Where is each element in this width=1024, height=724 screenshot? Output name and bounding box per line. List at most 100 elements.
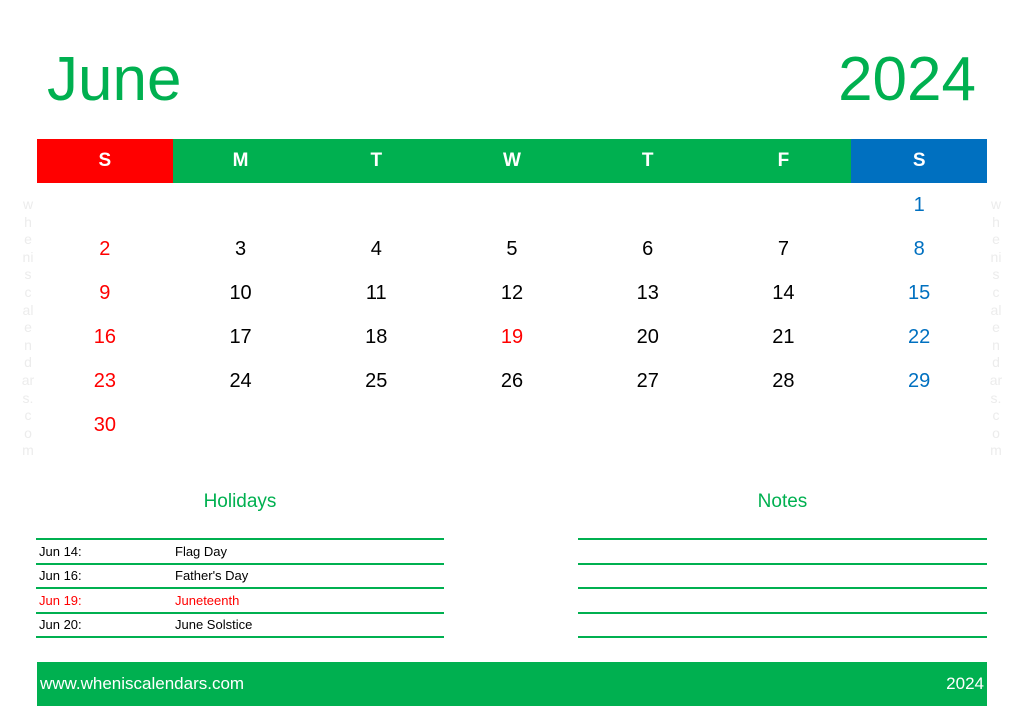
weekday-wednesday: W <box>444 139 580 183</box>
weekday-saturday: S <box>851 139 988 183</box>
footer-year: 2024 <box>946 674 984 693</box>
watermark-fragment: m <box>990 442 1002 459</box>
day-cell[interactable]: 16 <box>37 315 173 359</box>
footer-bar: www.wheniscalendars.com 2024 <box>37 662 987 706</box>
watermark-fragment: c <box>992 283 1000 300</box>
weekday-header-bar: S M T W T F S <box>37 139 988 183</box>
month-title: June <box>47 45 182 114</box>
watermark-fragment: e <box>24 231 32 248</box>
holiday-name: June Solstice <box>175 617 253 633</box>
day-cell[interactable]: 12 <box>444 271 580 315</box>
watermark-fragment: w <box>990 196 1002 212</box>
weekday-thursday: T <box>579 139 716 183</box>
day-cell-empty <box>37 183 173 227</box>
watermark-fragment: ni <box>990 248 1002 265</box>
holiday-name: Flag Day <box>175 543 228 559</box>
note-line[interactable] <box>578 562 987 588</box>
day-cell[interactable]: 30 <box>37 403 173 447</box>
holiday-row: Jun 14: Flag Day <box>36 538 444 563</box>
watermark-fragment: ar <box>989 371 1003 388</box>
weekday-monday: M <box>172 139 309 183</box>
holidays-title: Holidays <box>203 491 277 512</box>
watermark-fragment: d <box>24 354 32 371</box>
day-cell[interactable]: 22 <box>851 315 987 359</box>
watermark-fragment: h <box>992 213 1000 230</box>
watermark-fragment: e <box>24 319 32 336</box>
day-cell[interactable]: 4 <box>308 227 444 271</box>
day-cell[interactable]: 17 <box>173 315 309 359</box>
holiday-date: Jun 14: <box>39 543 82 559</box>
day-cell[interactable]: 28 <box>716 359 852 403</box>
day-cell[interactable]: 9 <box>37 271 173 315</box>
day-cell[interactable]: 27 <box>580 359 716 403</box>
day-cell-empty <box>444 183 580 227</box>
watermark-fragment: s. <box>990 389 1002 406</box>
day-cell[interactable]: 26 <box>444 359 580 403</box>
day-cell[interactable]: 11 <box>308 271 444 315</box>
note-line[interactable] <box>578 611 987 638</box>
holiday-name: Juneteenth <box>175 592 240 608</box>
holiday-date: Jun 19: <box>39 592 82 608</box>
watermark-fragment: m <box>22 442 34 459</box>
holiday-name: Father's Day <box>175 568 249 584</box>
day-cell[interactable]: 21 <box>716 315 852 359</box>
notes-lines <box>578 538 987 638</box>
watermark-fragment: al <box>990 301 1002 318</box>
day-cell[interactable]: 25 <box>308 359 444 403</box>
watermark-fragment: s <box>992 266 1000 283</box>
day-cell[interactable]: 6 <box>580 227 716 271</box>
day-cell[interactable]: 10 <box>173 271 309 315</box>
day-cell[interactable]: 13 <box>580 271 716 315</box>
year-title: 2024 <box>838 45 976 114</box>
watermark-fragment: e <box>992 319 1000 336</box>
watermark-fragment: e <box>992 231 1000 248</box>
day-cell[interactable]: 18 <box>308 315 444 359</box>
watermark-fragment: o <box>24 424 32 441</box>
weekday-sunday: S <box>37 139 173 183</box>
footer-website[interactable]: www.wheniscalendars.com <box>40 674 244 694</box>
watermark-fragment: c <box>24 407 32 424</box>
watermark-fragment: ni <box>22 248 34 265</box>
watermark-fragment: c <box>24 283 32 300</box>
watermark-fragment: n <box>992 336 1000 353</box>
watermark-fragment: s <box>24 266 32 283</box>
day-cell[interactable]: 7 <box>716 227 852 271</box>
watermark-fragment: s. <box>22 389 34 406</box>
day-cell[interactable]: 23 <box>37 359 173 403</box>
watermark-fragment: w <box>22 196 34 212</box>
weekday-friday: F <box>715 139 852 183</box>
watermark-fragment: o <box>992 424 1000 441</box>
calendar-grid: 1 2 3 4 5 6 7 8 9 10 11 12 13 14 15 16 17 18 19 20 21 22 23 24 2… <box>37 183 987 447</box>
day-cell[interactable]: 29 <box>851 359 987 403</box>
day-cell[interactable]: 3 <box>173 227 309 271</box>
watermark-fragment: c <box>992 407 1000 424</box>
holiday-date: Jun 20: <box>39 617 82 633</box>
watermark-fragment: n <box>24 336 32 353</box>
holiday-list: Jun 14: Flag Day Jun 16: Father's Day Jun 19… <box>36 538 444 638</box>
note-line[interactable] <box>578 587 987 612</box>
day-cell[interactable]: 24 <box>173 359 309 403</box>
day-cell-empty <box>308 183 444 227</box>
day-cell-empty <box>173 183 309 227</box>
watermark-fragment: ar <box>21 371 35 388</box>
note-line[interactable] <box>578 538 987 563</box>
day-cell-empty <box>580 183 716 227</box>
day-cell[interactable]: 15 <box>851 271 987 315</box>
holiday-row: Jun 19: Juneteenth <box>36 587 444 612</box>
watermark-right: w h e ni s c al e n d ar s. c o m <box>981 196 1011 460</box>
day-cell[interactable]: 5 <box>444 227 580 271</box>
watermark-left: w h e ni s c al e n d ar s. c o m <box>13 196 43 460</box>
day-cell[interactable]: 14 <box>716 271 852 315</box>
day-cell[interactable]: 20 <box>580 315 716 359</box>
holiday-date: Jun 16: <box>39 568 82 584</box>
day-cell[interactable]: 8 <box>851 227 987 271</box>
day-cell[interactable]: 19 <box>444 315 580 359</box>
day-cell[interactable]: 1 <box>851 183 987 227</box>
watermark-fragment: h <box>24 213 32 230</box>
day-cell[interactable]: 2 <box>37 227 173 271</box>
weekday-tuesday: T <box>308 139 445 183</box>
watermark-fragment: al <box>22 301 34 318</box>
watermark-fragment: d <box>992 354 1000 371</box>
holiday-row: Jun 20: June Solstice <box>36 611 444 638</box>
holiday-row: Jun 16: Father's Day <box>36 562 444 588</box>
